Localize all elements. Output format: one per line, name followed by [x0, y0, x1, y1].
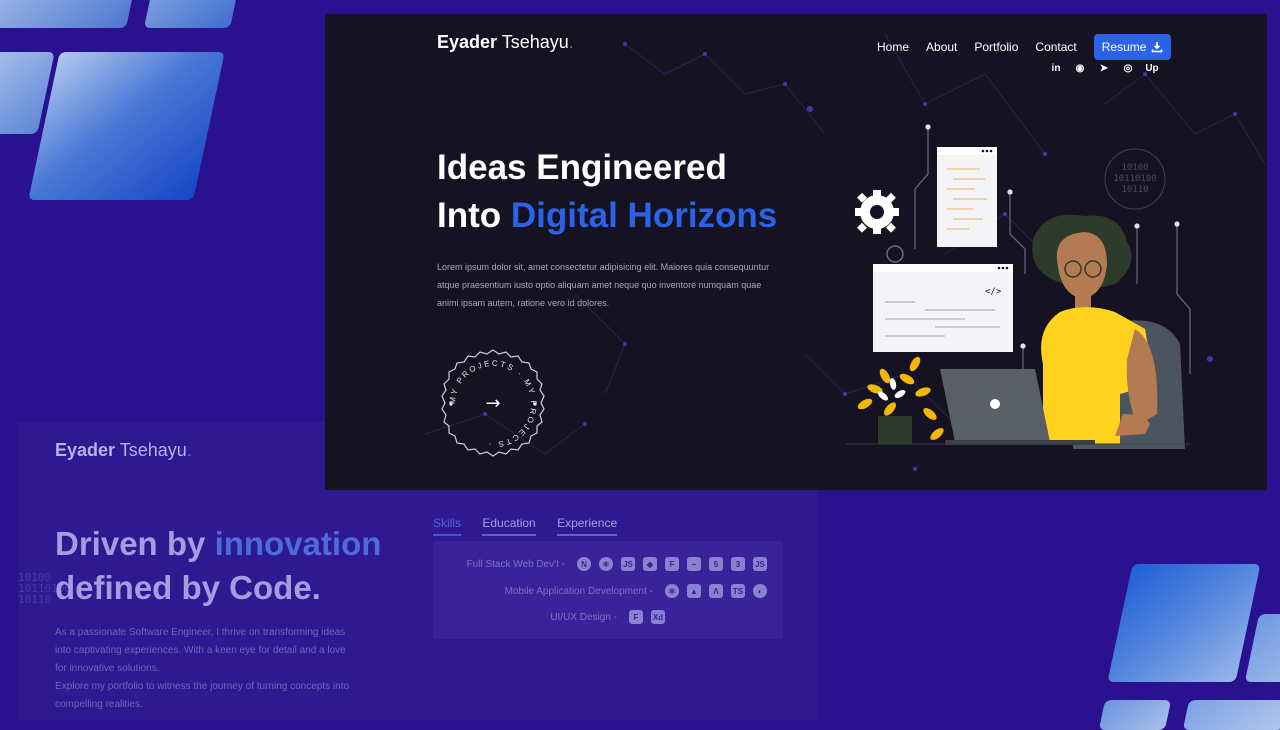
javascript-icon: JS: [753, 557, 767, 571]
skill-row: Full Stack Web Dev't - N ⚛ JS ◆ F ~ 5 3 …: [467, 557, 767, 571]
skill-row: Mobile Application Development - ⚛ ▲ Λ T…: [505, 584, 767, 598]
css3-icon: 3: [731, 557, 745, 571]
adobe-xd-icon: Xd: [651, 610, 665, 624]
hero-heading: Ideas Engineered Into Digital Horizons: [437, 144, 777, 240]
typescript-icon: TS: [731, 584, 745, 598]
skill-row: UI/UX Design - F Xd: [550, 610, 665, 624]
skill-label: Mobile Application Development -: [504, 585, 653, 597]
figma-icon: F: [629, 610, 643, 624]
github-icon[interactable]: ◉: [1074, 62, 1086, 74]
skill-label: UI/UX Design -: [550, 611, 617, 623]
mongodb-icon: ◆: [643, 557, 657, 571]
tab-education[interactable]: Education: [482, 516, 536, 536]
heading-highlight: innovation: [214, 525, 382, 562]
resume-label: Resume: [1101, 40, 1147, 54]
tab-skills[interactable]: Skills: [433, 516, 462, 536]
gear-icon: [855, 190, 899, 234]
appwrite-icon: Λ: [709, 584, 723, 598]
nav-home[interactable]: Home: [877, 40, 909, 54]
redux-icon: ◐: [753, 584, 767, 598]
logo-dot: .: [186, 440, 192, 460]
skills-tabs: Skills Education Experience: [433, 516, 635, 536]
decor-shape: [143, 0, 239, 28]
hero-heading-highlight: Digital Horizons: [510, 196, 778, 235]
about-heading: Driven by innovation defined by Code.: [55, 522, 381, 610]
react-icon: ⚛: [599, 557, 613, 571]
skills-panel: Full Stack Web Dev't - N ⚛ JS ◆ F ~ 5 3 …: [433, 541, 783, 639]
decor-shape: [0, 0, 135, 28]
hero-paragraph: Lorem ipsum dolor sit, amet consectetur …: [437, 262, 770, 308]
firebase-icon: ▲: [687, 584, 701, 598]
logo-last-name: Tsehayu: [119, 440, 187, 460]
decor-shape: [1244, 614, 1280, 682]
main-nav: Home About Portfolio Contact Resume: [877, 34, 1172, 60]
about-paragraph: As a passionate Software Engineer, I thr…: [55, 624, 355, 714]
nextjs-icon: N: [577, 557, 591, 571]
binary-line: 10110100: [1113, 174, 1156, 184]
my-projects-badge[interactable]: MY PROJECTS · MY PROJECTS · →: [437, 348, 549, 460]
resume-button[interactable]: Resume: [1093, 34, 1172, 60]
hero-heading-line: Ideas Engineered: [437, 148, 727, 187]
developer-illustration: 10100 10110100 10110 </>: [845, 124, 1191, 449]
skill-label: Full Stack Web Dev't -: [466, 558, 565, 570]
upwork-icon[interactable]: Up: [1145, 62, 1158, 74]
nav-about[interactable]: About: [926, 40, 957, 54]
site-logo[interactable]: Eyader Tsehayu.: [55, 440, 192, 461]
nav-contact[interactable]: Contact: [1035, 40, 1076, 54]
binary-line: 10110: [1121, 185, 1148, 195]
about-text: Explore my portfolio to witness the jour…: [55, 681, 350, 710]
tailwind-icon: ~: [687, 557, 701, 571]
heading-text: Driven by: [55, 525, 215, 562]
logo-first-name: Eyader: [55, 440, 116, 460]
heading-line: defined by Code.: [55, 569, 321, 606]
social-links: in ◉ ➤ ◎ Up: [1050, 62, 1159, 74]
decor-shape: [1098, 700, 1172, 730]
decor-shape: [1107, 564, 1261, 682]
decor-shape: [1182, 700, 1280, 730]
hero-section-preview: Eyader Tsehayu. Home About Portfolio Con…: [325, 14, 1267, 490]
site-logo[interactable]: Eyader Tsehayu.: [437, 32, 574, 53]
nodejs-icon: JS: [621, 557, 635, 571]
framer-icon: F: [665, 557, 679, 571]
arrow-right-icon: →: [485, 393, 500, 414]
nav-portfolio[interactable]: Portfolio: [974, 40, 1018, 54]
html5-icon: 5: [709, 557, 723, 571]
instagram-icon[interactable]: ◎: [1122, 62, 1134, 74]
linkedin-icon[interactable]: in: [1050, 62, 1062, 74]
react-native-icon: ⚛: [665, 584, 679, 598]
binary-line: 10100: [1121, 163, 1148, 173]
tab-experience[interactable]: Experience: [557, 516, 618, 536]
hero-heading-text: Into: [437, 196, 511, 235]
decor-shape: [28, 52, 225, 200]
about-text: As a passionate Software Engineer, I thr…: [55, 627, 346, 674]
download-icon: [1152, 42, 1163, 53]
logo-last-name: Tsehayu: [501, 32, 569, 52]
logo-dot: .: [568, 32, 574, 52]
code-tag-icon: </>: [985, 287, 1002, 297]
logo-first-name: Eyader: [437, 32, 498, 52]
telegram-icon[interactable]: ➤: [1098, 62, 1110, 74]
